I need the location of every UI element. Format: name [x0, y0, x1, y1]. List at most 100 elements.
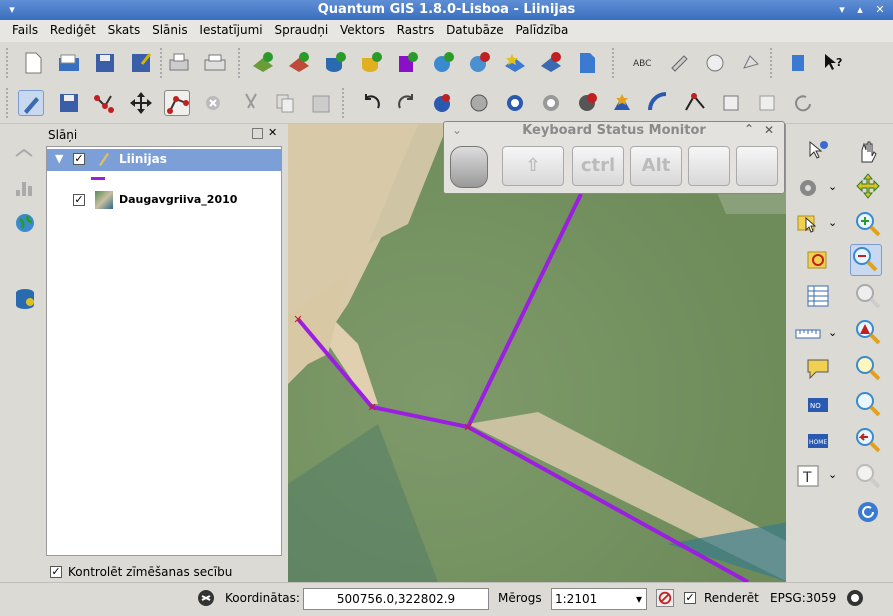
window-menu-icon[interactable]: ▾: [4, 2, 20, 18]
scale-combobox[interactable]: 1:2101 ▾: [551, 588, 647, 610]
plugin-tool-2-icon[interactable]: [702, 50, 728, 76]
menu-database[interactable]: Datubāze: [442, 20, 508, 37]
delete-ring-icon[interactable]: [538, 90, 564, 116]
dropdown-arrow-icon[interactable]: ⌄: [828, 180, 837, 193]
text-annotation-icon[interactable]: T: [794, 462, 822, 490]
zoom-full-icon[interactable]: [854, 282, 882, 310]
help-contents-icon[interactable]: [786, 50, 812, 76]
add-wms-layer-icon[interactable]: [430, 50, 456, 76]
menu-file[interactable]: Fails: [8, 20, 42, 37]
map-tips-icon[interactable]: [804, 354, 832, 382]
cut-features-icon[interactable]: [238, 90, 264, 116]
zoom-in-icon[interactable]: [854, 210, 882, 238]
maximize-icon[interactable]: ▴: [852, 2, 868, 18]
offset-curve-icon[interactable]: [646, 90, 672, 116]
select-features-icon[interactable]: [794, 210, 822, 238]
save-as-icon[interactable]: [128, 50, 154, 76]
add-mssql-layer-icon[interactable]: [394, 50, 420, 76]
add-vector-layer-icon[interactable]: [250, 50, 276, 76]
add-raster-layer-icon[interactable]: [286, 50, 312, 76]
fill-ring-icon[interactable]: [502, 90, 528, 116]
zoom-next-icon[interactable]: [854, 462, 882, 490]
menu-help[interactable]: Palīdzība: [511, 20, 572, 37]
minimize-icon[interactable]: ▾: [834, 2, 850, 18]
menu-raster[interactable]: Rastrs: [393, 20, 439, 37]
kbd-close-icon[interactable]: ✕: [764, 123, 774, 137]
split-features-icon[interactable]: [682, 90, 708, 116]
deselect-features-icon[interactable]: [804, 246, 832, 274]
new-project-icon[interactable]: [20, 50, 46, 76]
merge-features-icon[interactable]: [718, 90, 744, 116]
spellcheck-icon[interactable]: ABC: [630, 50, 656, 76]
layer-visibility-checkbox[interactable]: ✓: [73, 153, 85, 165]
settings-gear-icon[interactable]: [794, 174, 822, 202]
menu-vector[interactable]: Vektors: [336, 20, 389, 37]
show-bookmarks-icon[interactable]: HOME: [804, 426, 832, 454]
crs-label[interactable]: EPSG:3059: [770, 591, 836, 605]
menu-edit[interactable]: Rediģēt: [46, 20, 100, 37]
whats-this-icon[interactable]: ?: [820, 50, 846, 76]
save-edits-icon[interactable]: [56, 90, 82, 116]
move-feature-icon[interactable]: [128, 90, 154, 116]
pan-to-selected-icon[interactable]: [854, 172, 882, 200]
refresh-icon[interactable]: [854, 498, 882, 526]
undo-icon[interactable]: [358, 90, 384, 116]
layer-visibility-checkbox[interactable]: ✓: [73, 194, 85, 206]
add-spatialite-layer-icon[interactable]: [358, 50, 384, 76]
toggle-editing-icon[interactable]: [18, 90, 44, 116]
gps-tool-icon[interactable]: [12, 138, 38, 164]
layer-row-daugavgriiva[interactable]: ✓ Daugavgriiva_2010: [47, 189, 281, 211]
kbd-collapse-icon[interactable]: ⌃: [744, 122, 754, 136]
globe-icon[interactable]: [12, 210, 38, 236]
new-bookmark-icon[interactable]: NO: [804, 390, 832, 418]
print-icon[interactable]: [202, 50, 228, 76]
menu-view[interactable]: Skats: [104, 20, 145, 37]
coordinate-toggle-icon[interactable]: [196, 588, 216, 608]
database-icon[interactable]: [12, 286, 38, 312]
render-order-checkbox[interactable]: ✓: [50, 566, 62, 578]
close-icon[interactable]: ✕: [872, 2, 888, 18]
float-panel-icon[interactable]: [252, 128, 263, 139]
add-ring-icon[interactable]: [430, 90, 456, 116]
render-checkbox[interactable]: ✓: [684, 592, 696, 604]
projection-icon[interactable]: [845, 588, 865, 608]
merge-attributes-icon[interactable]: [754, 90, 780, 116]
close-panel-icon[interactable]: ✕: [268, 126, 277, 139]
rotate-point-symbols-icon[interactable]: [790, 90, 816, 116]
layer-row-liinijas[interactable]: ▼ ✓ Liinijas: [47, 149, 281, 171]
zoom-out-icon[interactable]: [850, 244, 882, 276]
reshape-features-icon[interactable]: [610, 90, 636, 116]
identify-icon[interactable]: [804, 138, 832, 166]
zoom-to-layer-icon[interactable]: [854, 318, 882, 346]
histogram-icon[interactable]: [12, 174, 38, 200]
delete-part-icon[interactable]: [574, 90, 600, 116]
print-composer-icon[interactable]: [166, 50, 192, 76]
add-wcs-layer-icon[interactable]: [466, 50, 492, 76]
stop-render-icon[interactable]: [656, 589, 674, 607]
add-postgis-layer-icon[interactable]: [322, 50, 348, 76]
menu-plugins[interactable]: Spraudņi: [270, 20, 332, 37]
delete-selected-icon[interactable]: [200, 90, 226, 116]
dropdown-arrow-icon[interactable]: ⌄: [828, 216, 837, 229]
redo-icon[interactable]: [394, 90, 420, 116]
zoom-selection-icon[interactable]: [854, 354, 882, 382]
paste-features-icon[interactable]: [308, 90, 334, 116]
remove-layer-icon[interactable]: [538, 50, 564, 76]
zoom-previous-icon[interactable]: [854, 426, 882, 454]
coordinates-field[interactable]: 500756.0,322802.9: [303, 588, 489, 610]
pan-icon[interactable]: [854, 138, 882, 166]
collapse-arrow-icon[interactable]: ▼: [55, 152, 63, 165]
add-wfs-layer-icon[interactable]: [502, 50, 528, 76]
dropdown-arrow-icon[interactable]: ⌄: [828, 326, 837, 339]
node-tool-icon[interactable]: [164, 90, 190, 116]
zoom-last-icon[interactable]: [854, 390, 882, 418]
menu-layer[interactable]: Slānis: [148, 20, 192, 37]
plugin-tool-icon[interactable]: [666, 50, 692, 76]
add-part-icon[interactable]: [466, 90, 492, 116]
dropdown-arrow-icon[interactable]: ⌄: [828, 468, 837, 481]
attribute-table-icon[interactable]: [804, 282, 832, 310]
plugin-tool-3-icon[interactable]: [738, 50, 764, 76]
copy-features-icon[interactable]: [272, 90, 298, 116]
new-shapefile-icon[interactable]: [574, 50, 600, 76]
add-feature-icon[interactable]: [92, 90, 118, 116]
